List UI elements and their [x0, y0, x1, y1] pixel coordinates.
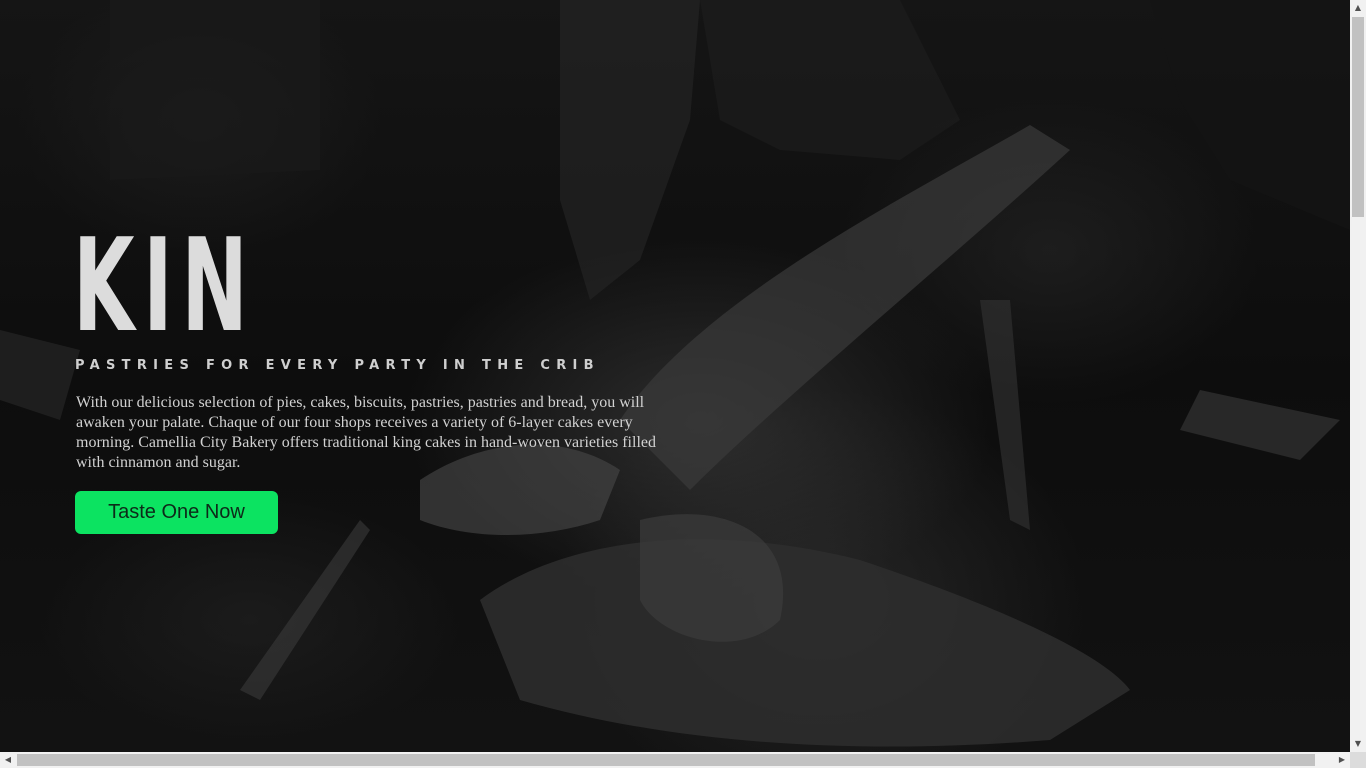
hero-section: KIN PASTRIES FOR EVERY PARTY IN THE CRIB…: [0, 0, 1350, 752]
taste-one-now-button[interactable]: Taste One Now: [75, 491, 278, 534]
vertical-scrollbar[interactable]: ▲ ▼: [1350, 0, 1366, 752]
vertical-scroll-thumb[interactable]: [1352, 17, 1364, 217]
browser-viewport: KIN PASTRIES FOR EVERY PARTY IN THE CRIB…: [0, 0, 1366, 768]
triangle-down-icon[interactable]: ▼: [1350, 736, 1366, 752]
horizontal-scroll-thumb[interactable]: [17, 754, 1315, 766]
scrollbar-corner: [1350, 752, 1366, 768]
horizontal-scrollbar[interactable]: ◀ ▶: [0, 752, 1350, 768]
triangle-left-icon[interactable]: ◀: [0, 752, 16, 768]
hero-description: With our delicious selection of pies, ca…: [76, 394, 656, 471]
brand-title: KIN: [73, 212, 257, 361]
triangle-up-icon[interactable]: ▲: [1350, 0, 1366, 16]
hero-content: KIN PASTRIES FOR EVERY PARTY IN THE CRIB…: [73, 212, 673, 534]
triangle-right-icon[interactable]: ▶: [1334, 752, 1350, 768]
